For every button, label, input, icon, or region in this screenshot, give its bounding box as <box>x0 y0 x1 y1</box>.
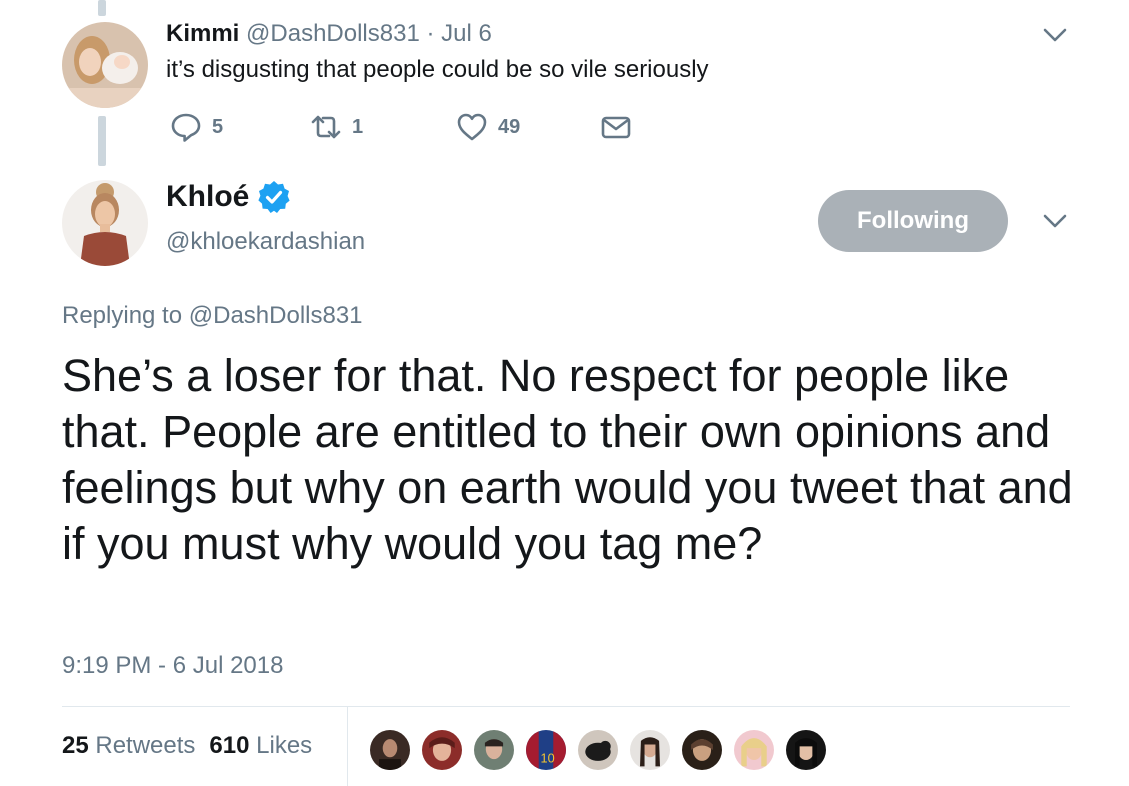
main-more-chevron-down-icon[interactable] <box>1042 208 1068 234</box>
main-author-handle[interactable]: @khloekardashian <box>166 228 365 256</box>
reply-button[interactable]: 5 <box>170 110 223 144</box>
liker-avatar[interactable] <box>576 728 620 772</box>
reply-header: Kimmi @DashDolls831 · Jul 6 <box>166 20 492 48</box>
stats-divider <box>62 706 1070 707</box>
liker-avatar[interactable]: 10 <box>524 728 568 772</box>
retweets-stat[interactable]: 25 Retweets <box>62 732 195 759</box>
like-count: 49 <box>498 115 521 138</box>
likes-stat[interactable]: 610 Likes <box>209 732 312 759</box>
liker-avatar[interactable] <box>472 728 516 772</box>
reply-icon <box>171 113 201 142</box>
retweet-count: 1 <box>352 115 364 138</box>
replying-to: Replying to @DashDolls831 <box>62 302 363 330</box>
like-button[interactable]: 49 <box>456 110 520 144</box>
thread-line-middle <box>98 116 106 166</box>
liker-avatar[interactable] <box>784 728 828 772</box>
direct-message-button[interactable] <box>600 110 632 144</box>
replying-to-mention[interactable]: @DashDolls831 <box>189 302 363 329</box>
liker-avatar[interactable] <box>732 728 776 772</box>
liker-avatar[interactable] <box>368 728 412 772</box>
reply-author-name[interactable]: Kimmi <box>166 20 239 47</box>
retweets-label: Retweets <box>95 732 196 759</box>
reply-time[interactable]: Jul 6 <box>441 20 492 47</box>
heart-icon <box>457 113 487 141</box>
stats-vertical-separator <box>347 706 348 786</box>
verified-badge-icon <box>258 181 290 213</box>
main-timestamp[interactable]: 9:19 PM - 6 Jul 2018 <box>62 652 283 680</box>
likes-count: 610 <box>209 732 250 759</box>
message-icon <box>601 116 631 139</box>
liker-avatar[interactable] <box>420 728 464 772</box>
main-tweet-text: She’s a loser for that. No respect for p… <box>62 350 1073 569</box>
thread-line-top <box>98 0 106 16</box>
main-author-name[interactable]: Khloé <box>166 180 249 214</box>
svg-text:10: 10 <box>541 751 555 766</box>
reply-text: it’s disgusting that people could be so … <box>166 56 709 83</box>
retweet-button[interactable]: 1 <box>310 110 363 144</box>
replying-to-prefix: Replying to <box>62 302 183 329</box>
reply-author-handle[interactable]: @DashDolls831 <box>246 20 420 47</box>
main-author-row: Khloé <box>166 180 291 214</box>
reply-count: 5 <box>212 115 224 138</box>
tweet-stats: 25 Retweets 610 Likes <box>62 732 312 760</box>
likes-label: Likes <box>256 732 313 759</box>
reply-separator-dot: · <box>426 20 435 47</box>
reply-avatar[interactable] <box>62 22 148 108</box>
retweets-count: 25 <box>62 732 89 759</box>
reply-more-chevron-down-icon[interactable] <box>1042 22 1068 48</box>
liker-avatar[interactable] <box>628 728 672 772</box>
retweet-icon <box>311 115 341 139</box>
main-avatar[interactable] <box>62 180 148 266</box>
liker-avatar[interactable] <box>680 728 724 772</box>
following-button[interactable]: Following <box>818 190 1008 252</box>
